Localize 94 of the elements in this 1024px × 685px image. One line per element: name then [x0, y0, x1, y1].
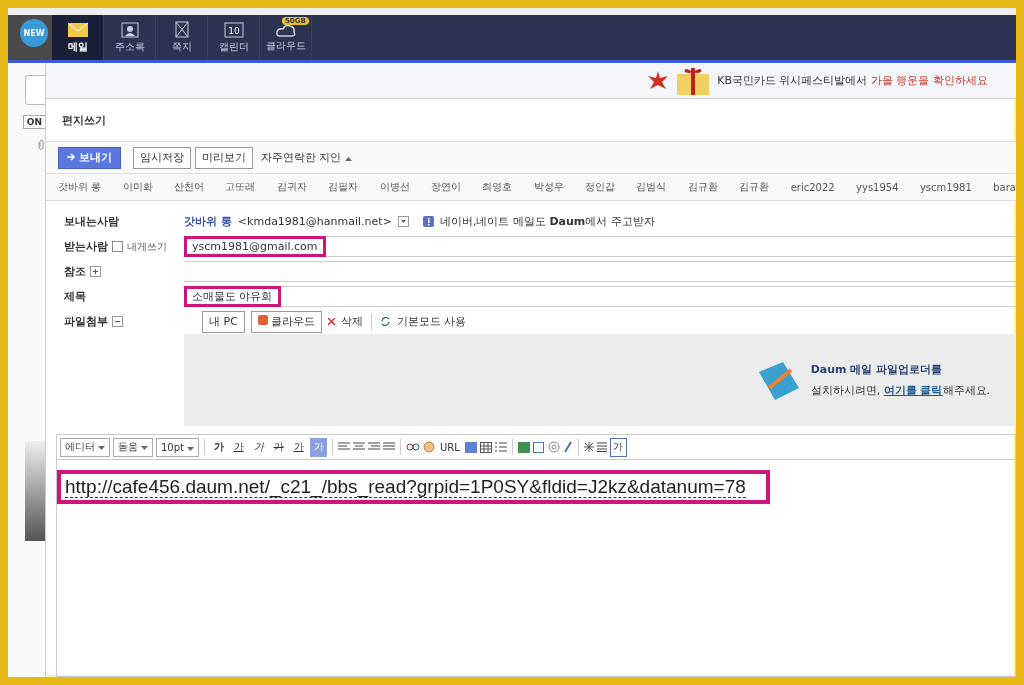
basic-mode-link[interactable]: 기본모드 사용 [396, 314, 467, 329]
input-line[interactable] [280, 286, 1016, 307]
field-label: 받는사람 [64, 239, 108, 254]
cloud-button[interactable]: 클라우드 [250, 310, 322, 333]
disc-icon[interactable] [547, 441, 560, 453]
minus-icon[interactable] [112, 316, 123, 327]
gift-box-icon [675, 65, 712, 96]
caret-icon [141, 446, 148, 450]
envelope-icon [66, 21, 89, 38]
uploader-text: 설치하시려면, 여기를 클릭해주세요. [810, 383, 990, 398]
new-badge: NEW [20, 19, 48, 47]
contact-name[interactable]: 최영호 [482, 180, 513, 194]
my-pc-button[interactable]: 내 PC [202, 310, 245, 333]
align-icon[interactable] [383, 442, 395, 452]
toolbar-dropdown[interactable]: 10pt [156, 437, 199, 457]
contact-name[interactable]: bara [993, 181, 1016, 193]
format-button[interactable]: 가 [250, 437, 267, 457]
contact-name[interactable]: 김범식 [636, 180, 667, 194]
save-draft-button[interactable]: 임시저장 [133, 146, 191, 169]
paperclip-icon [37, 139, 45, 151]
nav-tab[interactable]: 10 캘린더 [208, 15, 260, 60]
preview-button[interactable]: 미리보기 [195, 146, 253, 169]
editor-area[interactable]: http://cafe456.daum.net/_c21_/bbs_read?grpid=1P0SY&fldid=J2kz&datanum=78 [56, 460, 1016, 677]
sender-name: 갓바위 롱 [184, 214, 232, 229]
contact-name[interactable]: yscm1981 [919, 181, 972, 193]
contact-name[interactable]: 고또래 [225, 180, 256, 194]
contact-name[interactable]: 김필자 [328, 180, 359, 194]
sender-email: <kmda1981@hanmail.net> [237, 215, 392, 228]
contact-name[interactable]: 이병선 [379, 180, 410, 194]
contact-name[interactable]: 김규환 [687, 180, 718, 194]
input-line[interactable] [325, 236, 1016, 257]
cloud-app-icon [257, 315, 268, 325]
sidebar-toggle-button[interactable]: ON [22, 115, 45, 129]
image-box-icon[interactable] [464, 441, 477, 453]
align-icon[interactable] [353, 442, 365, 452]
format-button[interactable]: 가 [230, 437, 247, 457]
frequent-contacts-toggle[interactable]: 자주연락한 지인 [261, 150, 352, 165]
send-button[interactable]: 보내기 [58, 146, 121, 169]
refresh-icon [379, 316, 391, 327]
checkbox[interactable] [112, 241, 123, 252]
field-label: 참조 [64, 264, 86, 279]
ad-text[interactable]: KB국민카드 위시페스티발에서 가을 행운을 확인하세요 [717, 73, 988, 88]
recipient-field[interactable]: yscm1981@gmail.com [184, 236, 326, 257]
contact-name[interactable]: 김규환 [739, 180, 770, 194]
nav-tab[interactable]: 메일 [52, 15, 104, 60]
nav-tab[interactable]: 주소록 [104, 15, 156, 60]
cloud-icon [274, 22, 297, 37]
calendar-icon: 10 [223, 21, 244, 38]
subject-field[interactable]: 소매물도 야유회 [184, 286, 281, 307]
contact-name[interactable]: 장연이 [430, 180, 461, 194]
url-button[interactable]: URL [438, 437, 462, 457]
emoticon-icon[interactable] [423, 441, 435, 453]
lines-icon[interactable] [596, 442, 607, 452]
plus-icon[interactable] [90, 266, 101, 277]
notice-text[interactable]: 네이버,네이트 메일도 Daum에서 주고받자 [439, 214, 655, 229]
picture-icon[interactable] [517, 441, 530, 453]
contact-name[interactable]: eric2022 [790, 181, 835, 193]
caret-icon [98, 446, 105, 450]
align-icon[interactable] [368, 442, 380, 452]
toolbar-dropdown[interactable]: 에디터 [60, 437, 110, 457]
field-label: 제목 [64, 289, 86, 304]
contact-name[interactable]: 갓바위 롱 [58, 180, 102, 194]
checkbox-label: 내게쓰기 [127, 239, 167, 254]
contact-name[interactable]: 정인갑 [585, 180, 616, 194]
contact-card-icon [120, 21, 139, 38]
contact-name[interactable]: 김귀자 [276, 180, 307, 194]
contact-name[interactable]: 박성우 [533, 180, 564, 194]
align-icon[interactable] [338, 442, 350, 452]
arrow-icon [67, 153, 76, 161]
toolbar-dropdown[interactable]: 돋움 [113, 437, 153, 457]
note-icon [173, 21, 190, 38]
uploader-title: Daum 메일 파일업로더를 [810, 362, 944, 377]
field-label: 파일첨부 [64, 314, 108, 329]
nav-tab[interactable]: 쪽지 [156, 15, 208, 60]
info-icon [422, 216, 434, 227]
delete-link[interactable]: 삭제 [340, 314, 363, 329]
install-link[interactable]: 여기를 클릭 [883, 384, 943, 397]
close-icon [327, 318, 335, 325]
format-button[interactable]: 가 [270, 437, 287, 457]
format-button[interactable]: 가 [290, 437, 307, 457]
caret-icon [187, 446, 194, 451]
font-button[interactable]: 가 [609, 437, 627, 457]
cc-field[interactable] [184, 261, 1016, 282]
body-link[interactable]: http://cafe456.daum.net/_c21_/bbs_read?grpid=1P0SY&fldid=J2kz&datanum=78 [65, 476, 746, 498]
asterisk-icon[interactable] [583, 442, 594, 452]
table-icon[interactable] [479, 441, 492, 453]
contact-name[interactable]: 이미화 [122, 180, 153, 194]
format-button[interactable]: 가 [210, 437, 227, 457]
contact-name[interactable]: yys1954 [856, 181, 899, 193]
field-label: 보내는사람 [64, 214, 119, 229]
contact-name[interactable]: 산천어 [173, 180, 204, 194]
link-icon[interactable] [406, 442, 420, 452]
caret-icon [344, 157, 352, 161]
dropdown-icon[interactable] [397, 216, 409, 227]
